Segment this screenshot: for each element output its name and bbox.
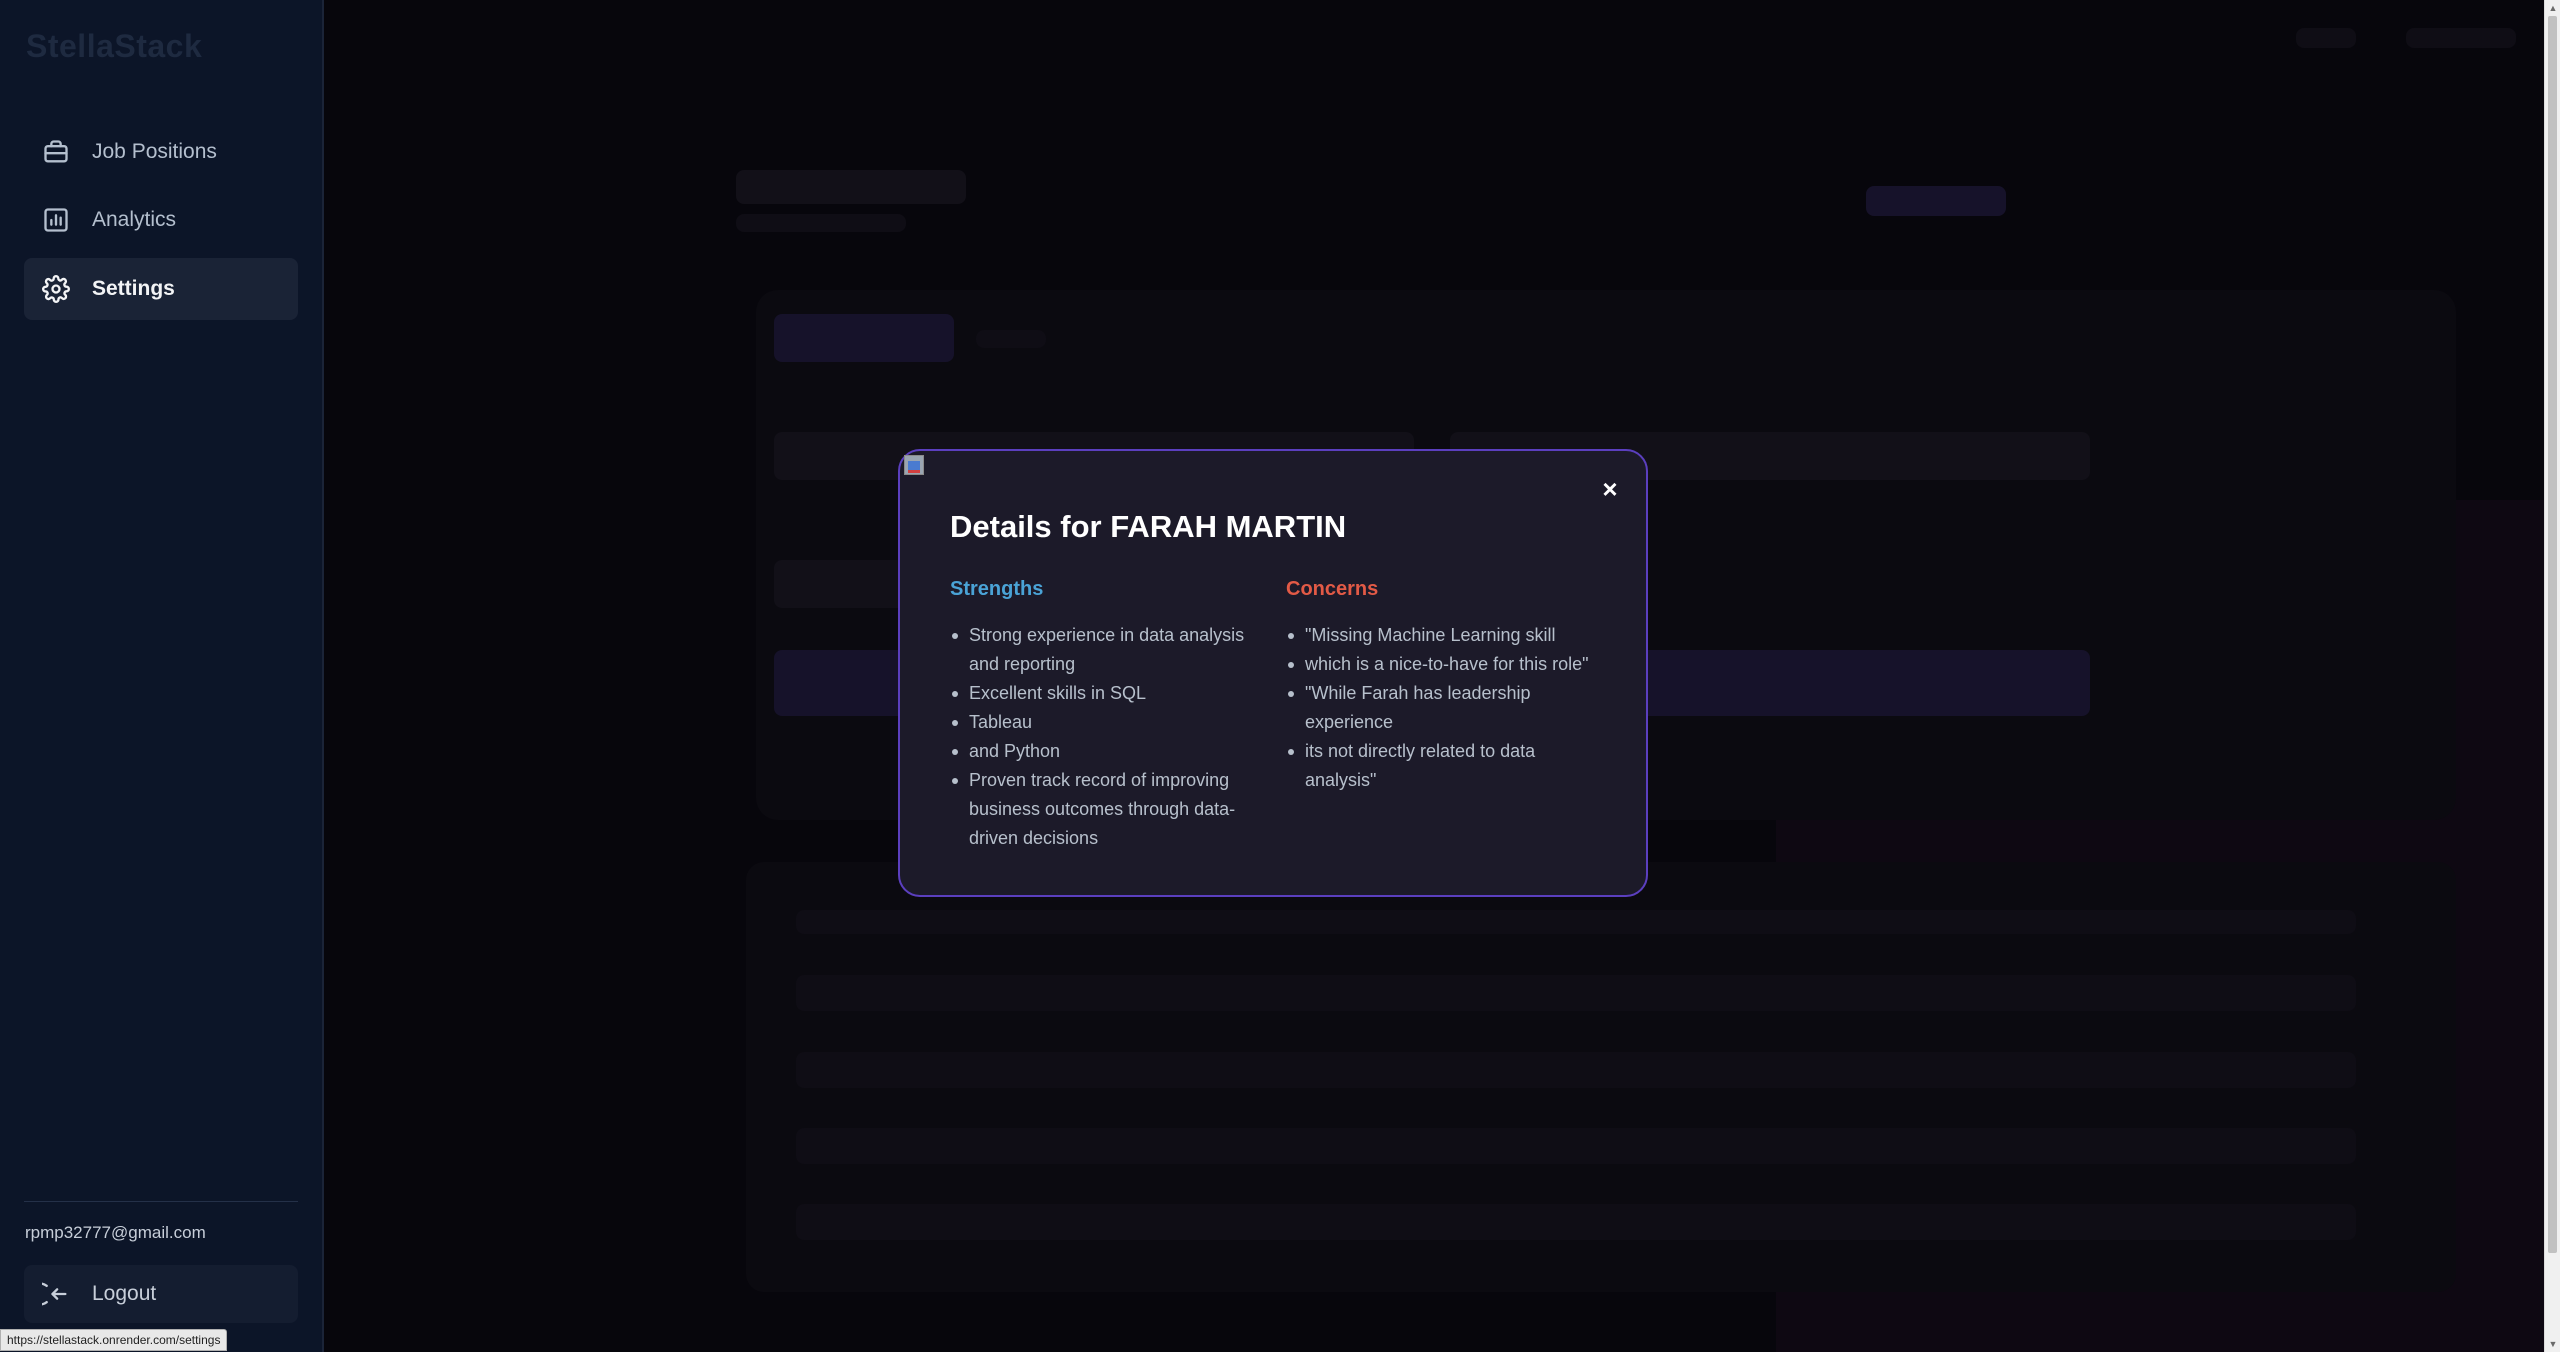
topbar-placeholder bbox=[2406, 28, 2516, 48]
sidebar-item-job-positions[interactable]: Job Positions bbox=[24, 121, 298, 183]
gear-icon bbox=[42, 275, 70, 303]
header-action-placeholder bbox=[1866, 186, 2006, 216]
list-item: "While Farah has leadership experience bbox=[1286, 679, 1596, 737]
list-item: which is a nice-to-have for this role" bbox=[1286, 650, 1596, 679]
sidebar-divider bbox=[24, 1201, 298, 1202]
list-item: Strong experience in data analysis and r… bbox=[950, 621, 1270, 679]
briefcase-icon bbox=[42, 138, 70, 166]
sidebar-item-analytics[interactable]: Analytics bbox=[24, 189, 298, 251]
logout-label: Logout bbox=[92, 1282, 157, 1305]
modal-title: Details for FARAH MARTIN bbox=[950, 509, 1347, 544]
table-row-placeholder bbox=[796, 975, 2356, 1011]
concerns-list: "Missing Machine Learning skill which is… bbox=[1286, 621, 1596, 795]
list-item: Proven track record of improving busines… bbox=[950, 766, 1270, 853]
vertical-scrollbar[interactable]: ▲ ▼ bbox=[2544, 0, 2560, 1352]
close-button[interactable]: × bbox=[1598, 476, 1622, 502]
table-header-placeholder bbox=[796, 910, 2356, 934]
sidebar-item-label: Job Positions bbox=[92, 140, 217, 163]
list-item: and Python bbox=[950, 737, 1270, 766]
app-logo[interactable]: StellaStack bbox=[26, 28, 202, 65]
list-item: Tableau bbox=[950, 708, 1270, 737]
concerns-section: Concerns "Missing Machine Learning skill… bbox=[1286, 578, 1596, 795]
strengths-heading: Strengths bbox=[950, 578, 1044, 600]
scroll-down-arrow-icon[interactable]: ▼ bbox=[2545, 1336, 2560, 1352]
list-item: Excellent skills in SQL bbox=[950, 679, 1270, 708]
broken-image-icon bbox=[904, 455, 924, 475]
page-title-placeholder bbox=[736, 170, 966, 204]
topbar-placeholder bbox=[2296, 28, 2356, 48]
list-item: its not directly related to data analysi… bbox=[1286, 737, 1596, 795]
candidate-details-modal: × Details for FARAH MARTIN Strengths Str… bbox=[898, 449, 1648, 897]
tab-placeholder bbox=[774, 314, 954, 362]
user-email: rpmp32777@gmail.com bbox=[25, 1223, 206, 1242]
table-row-placeholder bbox=[796, 1052, 2356, 1088]
sidebar: StellaStack Job Positions Analytics Sett… bbox=[0, 0, 324, 1352]
bar-chart-icon bbox=[42, 206, 70, 234]
concerns-heading: Concerns bbox=[1286, 578, 1379, 600]
status-bar-url: https://stellastack.onrender.com/setting… bbox=[0, 1329, 228, 1351]
sidebar-item-settings[interactable]: Settings bbox=[24, 258, 298, 320]
strengths-section: Strengths Strong experience in data anal… bbox=[950, 578, 1270, 853]
page-subtitle-placeholder bbox=[736, 214, 906, 232]
sidebar-item-label: Settings bbox=[92, 277, 175, 300]
scroll-thumb[interactable] bbox=[2548, 16, 2557, 1253]
table-row-placeholder bbox=[796, 1128, 2356, 1164]
list-item: "Missing Machine Learning skill bbox=[1286, 621, 1596, 650]
tab-placeholder bbox=[976, 330, 1046, 348]
strengths-list: Strong experience in data analysis and r… bbox=[950, 621, 1270, 853]
sidebar-item-label: Analytics bbox=[92, 208, 177, 231]
logout-button[interactable]: Logout bbox=[24, 1265, 298, 1323]
table-row-placeholder bbox=[796, 1204, 2356, 1240]
logout-icon bbox=[28, 1280, 70, 1308]
scroll-up-arrow-icon[interactable]: ▲ bbox=[2545, 0, 2560, 16]
